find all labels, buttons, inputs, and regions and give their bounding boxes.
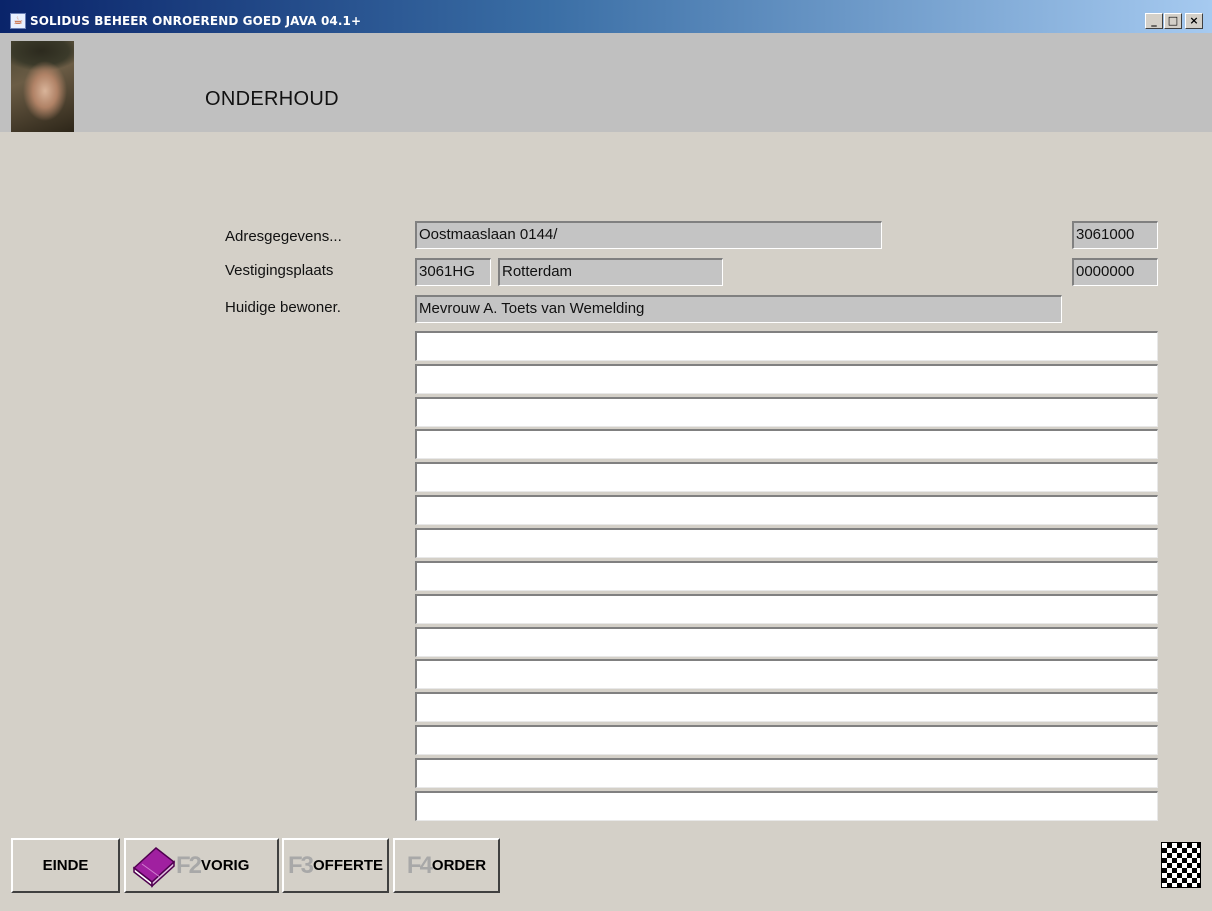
vorig-button[interactable]: F2 VORIG: [124, 838, 279, 893]
vorig-label: VORIG: [201, 857, 250, 874]
einde-label: EINDE: [42, 857, 89, 874]
f3-key-hint: F3: [287, 851, 314, 879]
f4-key-hint: F4: [406, 851, 433, 879]
order-button[interactable]: F4 ORDER: [393, 838, 500, 893]
address-code-field[interactable]: 3061000: [1072, 221, 1158, 249]
maintenance-line-2[interactable]: [415, 364, 1158, 394]
maintenance-line-7[interactable]: [415, 528, 1158, 558]
maintenance-line-8[interactable]: [415, 561, 1158, 591]
maintenance-line-10[interactable]: [415, 627, 1158, 657]
maintenance-line-6[interactable]: [415, 495, 1158, 525]
java-cup-icon[interactable]: ☕: [10, 13, 26, 29]
header-banner: ONDERHOUD: [0, 33, 1212, 132]
postcode-field[interactable]: 3061HG: [415, 258, 491, 286]
order-label: ORDER: [431, 857, 487, 874]
page-title: ONDERHOUD: [205, 88, 339, 110]
maintenance-line-1[interactable]: [415, 331, 1158, 361]
address-field[interactable]: Oostmaaslaan 0144/: [415, 221, 882, 249]
einde-button[interactable]: EINDE: [11, 838, 120, 893]
checker-icon[interactable]: [1161, 842, 1201, 888]
resident-label: Huidige bewoner.: [225, 299, 341, 316]
portrait-photo: [11, 41, 74, 132]
close-button[interactable]: ×: [1185, 13, 1203, 29]
resident-field[interactable]: Mevrouw A. Toets van Wemelding: [415, 295, 1062, 323]
city-field[interactable]: Rotterdam: [498, 258, 723, 286]
offerte-label: OFFERTE: [313, 857, 383, 874]
maintenance-line-5[interactable]: [415, 462, 1158, 492]
maintenance-line-14[interactable]: [415, 758, 1158, 788]
maintenance-line-15[interactable]: [415, 791, 1158, 821]
city-label: Vestigingsplaats: [225, 262, 334, 279]
minimize-button[interactable]: _: [1145, 13, 1163, 29]
address-label: Adresgegevens...: [225, 228, 342, 245]
maintenance-line-13[interactable]: [415, 725, 1158, 755]
maintenance-line-9[interactable]: [415, 594, 1158, 624]
title-bar: ☕ SOLIDUS BEHEER ONROEREND GOED JAVA 04.…: [0, 0, 1212, 33]
maintenance-line-3[interactable]: [415, 397, 1158, 427]
window-title: SOLIDUS BEHEER ONROEREND GOED JAVA 04.1+: [30, 14, 362, 28]
maintenance-line-4[interactable]: [415, 429, 1158, 459]
f2-key-hint: F2: [176, 851, 202, 879]
offerte-button[interactable]: F3 OFFERTE: [282, 838, 389, 893]
maintenance-line-12[interactable]: [415, 692, 1158, 722]
maximize-button[interactable]: □: [1164, 13, 1182, 29]
book-icon: [130, 844, 176, 888]
city-code-field[interactable]: 0000000: [1072, 258, 1158, 286]
maintenance-line-11[interactable]: [415, 659, 1158, 689]
